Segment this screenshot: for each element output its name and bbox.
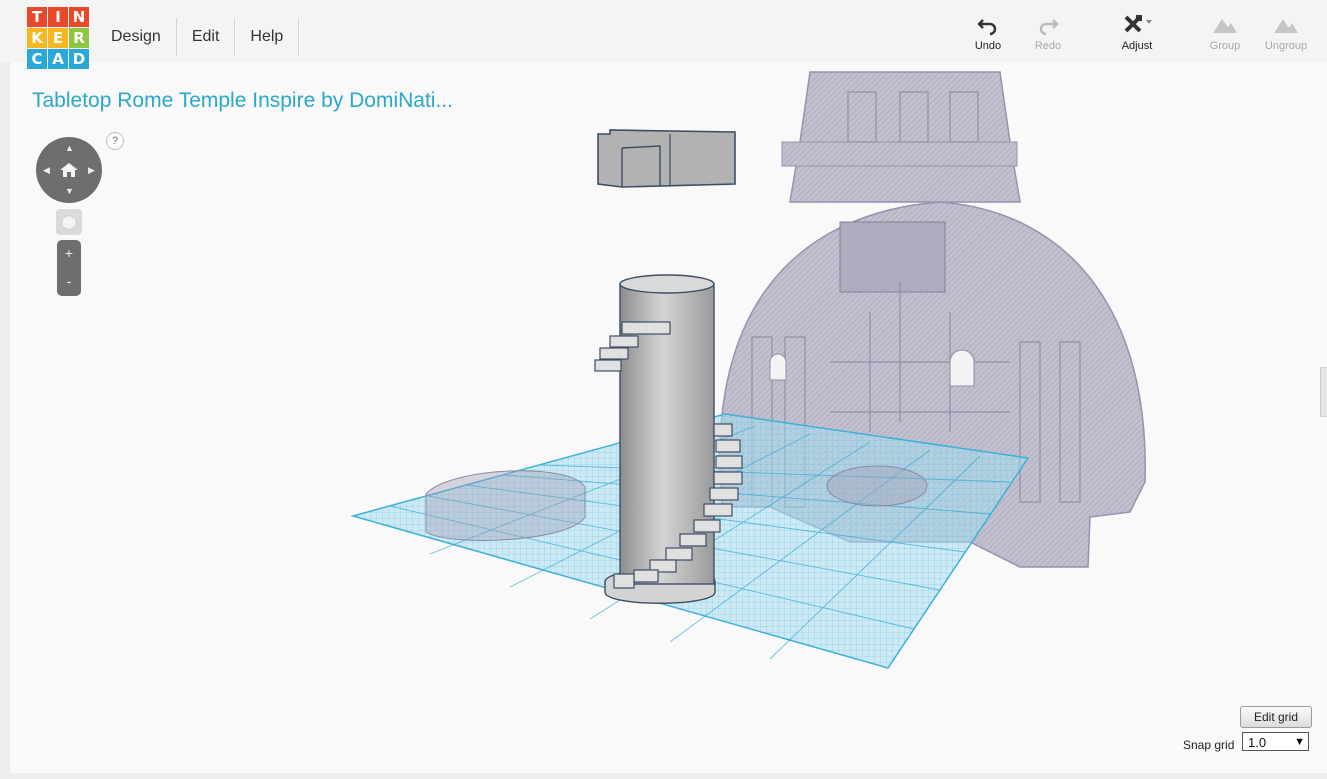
ghost-base-shape[interactable]	[425, 470, 586, 541]
curved-wall-shape[interactable]	[597, 129, 736, 188]
zoom-in-button[interactable]: +	[57, 240, 81, 268]
logo-letter: E	[48, 28, 68, 48]
pan-down-icon[interactable]: ▼	[65, 186, 74, 196]
chevron-down-icon: ▼	[1294, 736, 1305, 748]
logo-letter: A	[48, 49, 68, 69]
ungroup-icon	[1274, 19, 1298, 33]
adjust-icon	[1124, 15, 1152, 33]
ungroup-label: Ungroup	[1264, 40, 1308, 52]
home-view-icon[interactable]	[59, 162, 79, 178]
help-icon[interactable]: ?	[106, 132, 124, 150]
pan-up-icon[interactable]: ▲	[65, 143, 74, 153]
redo-icon	[1039, 19, 1059, 36]
view-cube-icon[interactable]	[56, 209, 82, 235]
ghost-base-shape[interactable]	[826, 465, 928, 507]
view-navigation-pad[interactable]: ▲ ▼ ◀ ▶	[36, 137, 102, 203]
logo-letter: N	[69, 7, 89, 27]
zoom-out-button[interactable]: -	[57, 268, 81, 296]
snap-grid-value: 1.0	[1248, 735, 1267, 750]
edit-grid-button[interactable]: Edit grid	[1240, 706, 1312, 728]
logo-letter: I	[48, 7, 68, 27]
3d-scene[interactable]	[10, 62, 1327, 773]
logo-letter: K	[27, 28, 47, 48]
menu-help[interactable]: Help	[235, 18, 300, 56]
undo-button[interactable]: Undo	[958, 14, 1018, 52]
group-button[interactable]: Group	[1195, 14, 1255, 52]
group-icon	[1213, 19, 1237, 33]
undo-label: Undo	[974, 40, 1002, 52]
logo-letter: C	[27, 49, 47, 69]
zoom-control: + -	[57, 240, 81, 296]
redo-button[interactable]: Redo	[1018, 14, 1078, 52]
pan-right-icon[interactable]: ▶	[88, 165, 95, 176]
adjust-button[interactable]: Adjust	[1107, 14, 1167, 52]
snap-grid-label: Snap grid	[1183, 738, 1235, 752]
tinkercad-logo[interactable]: T I N K E R C A D	[27, 7, 89, 69]
ungroup-button[interactable]: Ungroup	[1256, 14, 1316, 52]
side-panel-toggle[interactable]	[1320, 367, 1327, 417]
logo-letter: D	[69, 49, 89, 69]
menu-edit[interactable]: Edit	[177, 18, 236, 56]
logo-letter: T	[27, 7, 47, 27]
cube-icon	[61, 214, 77, 231]
main-menu: Design Edit Help	[96, 18, 300, 56]
adjust-label: Adjust	[1121, 40, 1153, 52]
3d-viewport[interactable]: Tabletop Rome Temple Inspire by DomiNati…	[10, 62, 1327, 773]
redo-label: Redo	[1034, 40, 1062, 52]
group-label: Group	[1209, 40, 1241, 52]
menu-design[interactable]: Design	[96, 18, 177, 56]
logo-letter: R	[69, 28, 89, 48]
snap-grid-select[interactable]: 1.0 ▼	[1242, 732, 1309, 751]
design-title[interactable]: Tabletop Rome Temple Inspire by DomiNati…	[32, 89, 453, 113]
top-toolbar: Design Edit Help Undo Redo Adjust Group	[0, 0, 1327, 62]
pan-left-icon[interactable]: ◀	[43, 165, 50, 176]
undo-icon	[977, 19, 997, 36]
